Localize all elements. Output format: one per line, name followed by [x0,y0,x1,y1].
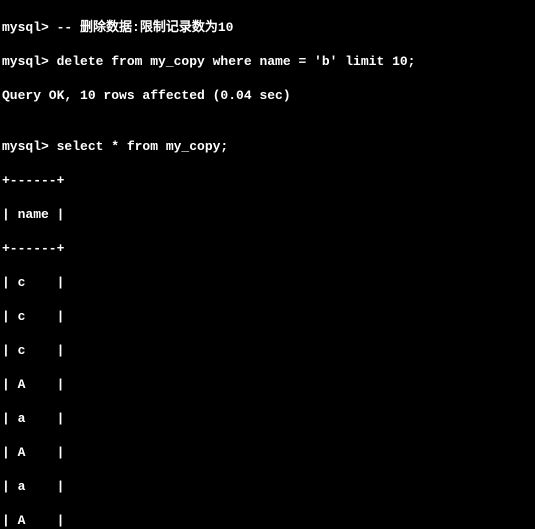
prompt-line-comment: mysql> -- 删除数据:限制记录数为10 [2,19,533,36]
prompt-line-delete: mysql> delete from my_copy where name = … [2,53,533,70]
table-row: | a | [2,410,533,427]
table-border-mid: +------+ [2,240,533,257]
table-row: | A | [2,444,533,461]
terminal-window[interactable]: mysql> -- 删除数据:限制记录数为10 mysql> delete fr… [0,0,535,529]
query-ok-line: Query OK, 10 rows affected (0.04 sec) [2,87,533,104]
prompt-line-select: mysql> select * from my_copy; [2,138,533,155]
table-row: | A | [2,376,533,393]
table-header: | name | [2,206,533,223]
table-row: | c | [2,342,533,359]
table-row: | c | [2,308,533,325]
table-row: | A | [2,512,533,529]
table-row: | a | [2,478,533,495]
table-border-top: +------+ [2,172,533,189]
table-row: | c | [2,274,533,291]
